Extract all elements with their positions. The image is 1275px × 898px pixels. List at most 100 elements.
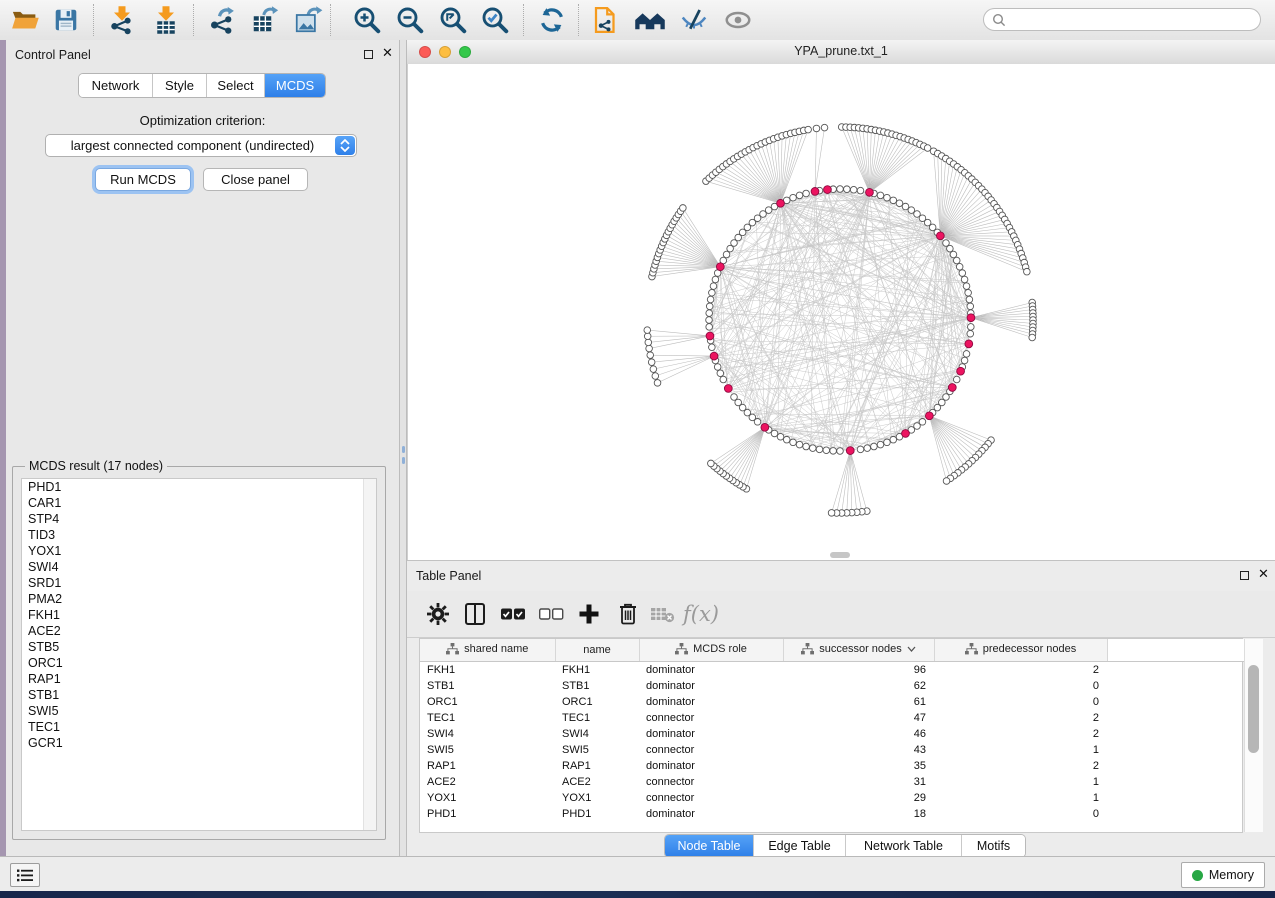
- mcds-list-scrollbar[interactable]: [363, 479, 376, 830]
- mcds-result-item[interactable]: STP4: [22, 511, 376, 527]
- network-hscrollbar[interactable]: [830, 552, 850, 558]
- add-column-icon[interactable]: [573, 598, 605, 630]
- column-header-successor-nodes[interactable]: successor nodes: [783, 639, 934, 662]
- table-row[interactable]: FKH1FKH1dominator962: [420, 662, 1244, 679]
- export-table-icon[interactable]: [247, 3, 283, 37]
- optimization-criterion-select[interactable]: largest connected component (undirected): [45, 134, 357, 157]
- float-panel-icon[interactable]: [364, 50, 373, 59]
- tab-mcds[interactable]: MCDS: [265, 74, 325, 97]
- search-input[interactable]: [1006, 13, 1260, 27]
- column-header-predecessor-nodes[interactable]: predecessor nodes: [934, 639, 1107, 662]
- mcds-node[interactable]: [824, 186, 832, 194]
- mcds-result-item[interactable]: PHD1: [22, 479, 376, 495]
- mcds-result-list[interactable]: PHD1CAR1STP4TID3YOX1SWI4SRD1PMA2FKH1ACE2…: [21, 478, 377, 831]
- mcds-result-item[interactable]: TEC1: [22, 719, 376, 735]
- zoom-fit-icon[interactable]: [435, 3, 471, 37]
- mcds-result-item[interactable]: RAP1: [22, 671, 376, 687]
- tab-motifs[interactable]: Motifs: [962, 835, 1025, 857]
- table-vscrollbar-thumb[interactable]: [1248, 665, 1259, 753]
- tab-select[interactable]: Select: [207, 74, 265, 97]
- table-header-row[interactable]: shared namenameMCDS rolesuccessor nodesp…: [420, 639, 1244, 662]
- function-builder-icon[interactable]: f(x): [685, 598, 717, 630]
- tab-node-table[interactable]: Node Table: [665, 835, 754, 857]
- column-header-shared-name[interactable]: shared name: [420, 639, 555, 662]
- mcds-node[interactable]: [777, 199, 785, 207]
- mcds-result-item[interactable]: SRD1: [22, 575, 376, 591]
- table-row[interactable]: PHD1PHD1dominator180: [420, 806, 1244, 822]
- import-table-icon[interactable]: [148, 3, 184, 37]
- mcds-node[interactable]: [716, 263, 724, 271]
- mcds-node[interactable]: [925, 412, 933, 420]
- mcds-node[interactable]: [710, 352, 718, 360]
- mcds-result-item[interactable]: GCR1: [22, 735, 376, 751]
- mcds-result-item[interactable]: FKH1: [22, 607, 376, 623]
- column-header-name[interactable]: name: [555, 639, 639, 662]
- deselect-all-checkboxes-icon[interactable]: [535, 598, 567, 630]
- open-folder-icon[interactable]: [8, 3, 44, 37]
- search-box[interactable]: [983, 8, 1261, 31]
- table-row[interactable]: ACE2ACE2connector311: [420, 774, 1244, 790]
- mcds-node[interactable]: [846, 447, 854, 455]
- tab-style[interactable]: Style: [153, 74, 207, 97]
- tab-network-table[interactable]: Network Table: [846, 835, 962, 857]
- network-graph[interactable]: [408, 64, 1275, 560]
- close-panel-button[interactable]: Close panel: [203, 168, 308, 191]
- tab-edge-table[interactable]: Edge Table: [754, 835, 846, 857]
- mcds-node[interactable]: [902, 430, 910, 438]
- refresh-icon[interactable]: [534, 3, 570, 37]
- show-eye-icon[interactable]: [720, 3, 756, 37]
- mcds-node[interactable]: [936, 232, 944, 240]
- table-row[interactable]: TEC1TEC1connector472: [420, 710, 1244, 726]
- network-document-icon[interactable]: [588, 3, 624, 37]
- mcds-result-item[interactable]: PMA2: [22, 591, 376, 607]
- mcds-node[interactable]: [706, 332, 714, 340]
- table-row[interactable]: ORC1ORC1dominator610: [420, 694, 1244, 710]
- tab-network[interactable]: Network: [79, 74, 153, 97]
- mcds-result-item[interactable]: TID3: [22, 527, 376, 543]
- select-all-checkboxes-icon[interactable]: [497, 598, 529, 630]
- zoom-in-icon[interactable]: [349, 3, 385, 37]
- mcds-node[interactable]: [967, 314, 975, 322]
- delete-column-icon[interactable]: [612, 598, 644, 630]
- delete-table-icon[interactable]: [647, 598, 679, 630]
- mcds-node[interactable]: [811, 188, 819, 196]
- memory-button[interactable]: Memory: [1181, 862, 1265, 888]
- hide-eye-icon[interactable]: [676, 3, 712, 37]
- mcds-result-item[interactable]: CAR1: [22, 495, 376, 511]
- mcds-result-item[interactable]: SWI4: [22, 559, 376, 575]
- network-window-titlebar[interactable]: YPA_prune.txt_1: [407, 40, 1275, 65]
- mcds-result-item[interactable]: STB1: [22, 687, 376, 703]
- zoom-out-icon[interactable]: [392, 3, 428, 37]
- mcds-result-item[interactable]: ORC1: [22, 655, 376, 671]
- task-history-button[interactable]: [10, 863, 40, 887]
- export-image-icon[interactable]: [290, 3, 326, 37]
- mcds-node[interactable]: [761, 423, 769, 431]
- mcds-node[interactable]: [866, 188, 874, 196]
- mcds-result-item[interactable]: SWI5: [22, 703, 376, 719]
- mcds-node[interactable]: [965, 340, 973, 348]
- panel-splitter[interactable]: [399, 40, 407, 856]
- table-row[interactable]: RAP1RAP1dominator352: [420, 758, 1244, 774]
- import-network-icon[interactable]: [104, 3, 140, 37]
- table-row[interactable]: YOX1YOX1connector291: [420, 790, 1244, 806]
- network-canvas[interactable]: [407, 64, 1275, 560]
- run-mcds-button[interactable]: Run MCDS: [95, 168, 191, 191]
- zoom-selected-icon[interactable]: [477, 3, 513, 37]
- column-layout-icon[interactable]: [459, 598, 491, 630]
- table-row[interactable]: STB1STB1dominator620: [420, 678, 1244, 694]
- save-icon[interactable]: [48, 3, 84, 37]
- mcds-node[interactable]: [948, 384, 956, 392]
- mcds-result-item[interactable]: YOX1: [22, 543, 376, 559]
- table-vscrollbar[interactable]: [1244, 639, 1263, 832]
- table-row[interactable]: SWI5SWI5connector431: [420, 742, 1244, 758]
- mcds-result-item[interactable]: ACE2: [22, 623, 376, 639]
- float-table-panel-icon[interactable]: [1240, 571, 1249, 580]
- table-settings-gear-icon[interactable]: [422, 598, 454, 630]
- mcds-result-item[interactable]: STB5: [22, 639, 376, 655]
- mcds-node[interactable]: [957, 367, 965, 375]
- export-network-icon[interactable]: [204, 3, 240, 37]
- close-panel-icon[interactable]: ✕: [382, 46, 393, 60]
- column-header-MCDS-role[interactable]: MCDS role: [639, 639, 783, 662]
- table-row[interactable]: SWI4SWI4dominator462: [420, 726, 1244, 742]
- close-table-panel-icon[interactable]: ✕: [1258, 567, 1269, 581]
